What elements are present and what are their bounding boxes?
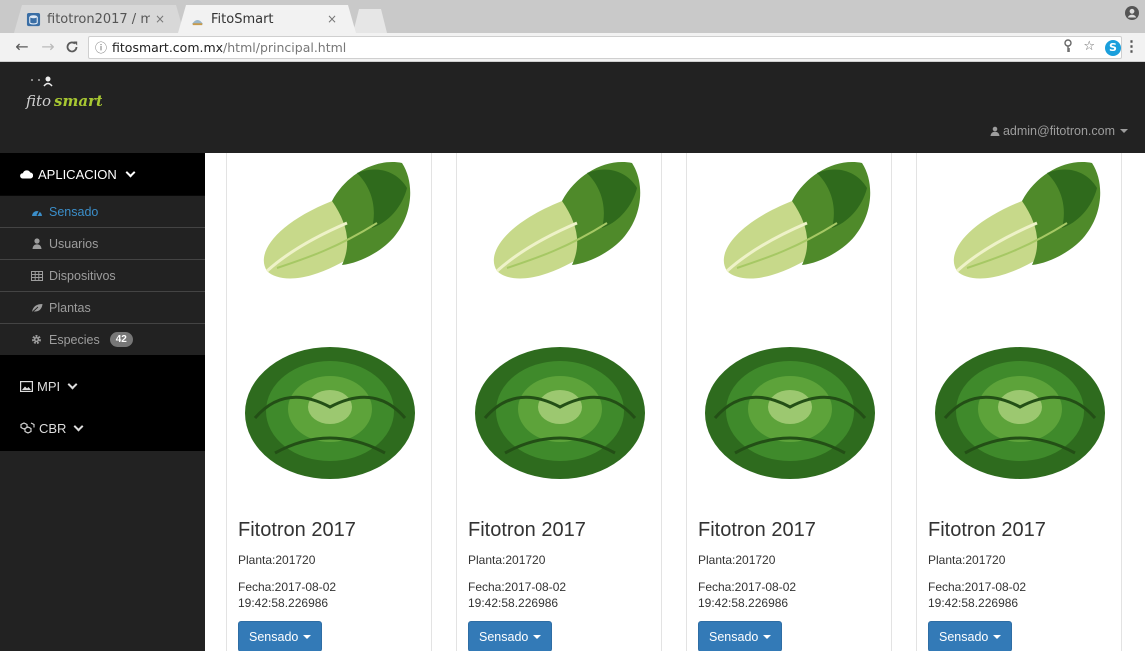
- info-icon[interactable]: ⓘ: [95, 39, 107, 56]
- tab-close-icon[interactable]: ×: [322, 12, 342, 26]
- sidebar-group-cbr[interactable]: CBR: [0, 405, 205, 451]
- tab-close-icon[interactable]: ×: [150, 12, 170, 26]
- key-icon[interactable]: [1063, 39, 1073, 57]
- user-email: admin@fitotron.com: [1002, 124, 1115, 138]
- cloud-icon: [20, 170, 33, 179]
- count-badge: 42: [109, 332, 133, 347]
- browser-tab-phpmyadmin[interactable]: fitotron2017 / mod ×: [14, 5, 184, 33]
- reload-icon[interactable]: [62, 37, 82, 57]
- leaf-icon: [30, 303, 43, 313]
- back-arrow-icon[interactable]: ←: [12, 37, 32, 57]
- picture-icon: [20, 380, 33, 392]
- sidebar-item-sensado[interactable]: Sensado: [0, 195, 205, 227]
- sidebar-item-label: Usuarios: [49, 236, 99, 251]
- button-label: Sensado: [709, 629, 759, 644]
- button-label: Sensado: [939, 629, 989, 644]
- butterhead-lettuce-image: [935, 347, 1105, 479]
- romaine-lettuce-image: [493, 162, 641, 279]
- sidebar-group-label: CBR: [39, 420, 67, 436]
- sensado-dropdown-button[interactable]: Sensado: [928, 621, 1013, 651]
- new-tab-button[interactable]: [353, 9, 387, 33]
- tab-title: FitoSmart: [211, 11, 274, 27]
- browser-menu-icon[interactable]: ⋮: [1124, 37, 1139, 55]
- database-icon: [26, 12, 41, 26]
- card-fecha: Fecha:2017-08-02 19:42:58.226986: [928, 580, 1027, 610]
- caret-down-icon: [763, 634, 772, 639]
- card-fecha: Fecha:2017-08-02 19:42:58.226986: [698, 580, 797, 610]
- sidebar-item-label: Plantas: [49, 300, 91, 315]
- butterhead-lettuce-image: [475, 347, 645, 479]
- sensado-dropdown-button[interactable]: Sensado: [238, 621, 323, 651]
- browser-toolbar: ← → ⓘ fitosmart.com.mx/html/principal.ht…: [0, 33, 1145, 62]
- button-label: Sensado: [249, 629, 299, 644]
- card-planta: Planta:201720: [698, 553, 776, 567]
- button-label: Sensado: [479, 629, 529, 644]
- sidebar-item-label: Dispositivos: [49, 268, 116, 283]
- table-icon: [30, 270, 43, 281]
- svg-text:fito: fito: [25, 92, 51, 110]
- device-card: Fitotron 2017 Planta:201720 Fecha:2017-0…: [916, 153, 1122, 651]
- caret-down-icon: [533, 634, 542, 639]
- device-card: Fitotron 2017 Planta:201720 Fecha:2017-0…: [226, 153, 432, 651]
- card-title: Fitotron 2017: [928, 519, 1046, 541]
- tachometer-icon: [30, 207, 43, 217]
- sidebar-item-especies[interactable]: Especies 42: [0, 323, 205, 355]
- sidebar-section-toggle[interactable]: APLICACION: [0, 153, 205, 195]
- url-host: fitosmart.com.mx: [112, 40, 224, 55]
- chevron-down-icon: [74, 421, 84, 432]
- card-planta: Planta:201720: [468, 553, 546, 567]
- sidebar-item-label: Especies: [49, 332, 100, 347]
- sensado-dropdown-button[interactable]: Sensado: [698, 621, 783, 651]
- browser-tabstrip: fitotron2017 / mod × FitoSmart ×: [0, 0, 1145, 33]
- card-planta: Planta:201720: [928, 553, 1006, 567]
- address-bar[interactable]: ⓘ fitosmart.com.mx/html/principal.html ☆…: [88, 36, 1122, 59]
- card-planta: Planta:201720: [238, 553, 316, 567]
- skype-extension-icon[interactable]: S: [1105, 40, 1121, 56]
- app-navbar: fito smart admin@fitotron.com: [0, 62, 1145, 153]
- card-title: Fitotron 2017: [468, 519, 586, 541]
- sensado-dropdown-button[interactable]: Sensado: [468, 621, 553, 651]
- romaine-lettuce-image: [953, 162, 1101, 279]
- chevron-down-icon: [67, 379, 78, 390]
- sidebar-item-usuarios[interactable]: Usuarios: [0, 227, 205, 259]
- butterhead-lettuce-image: [245, 347, 415, 479]
- sidebar: APLICACION Sensado Usuarios Dispositivos…: [0, 153, 205, 651]
- gear-icon: [30, 334, 43, 345]
- card-fecha: Fecha:2017-08-02 19:42:58.226986: [238, 580, 337, 610]
- sidebar-item-plantas[interactable]: Plantas: [0, 291, 205, 323]
- profile-icon[interactable]: [1123, 6, 1141, 24]
- user-dropdown[interactable]: admin@fitotron.com: [990, 124, 1128, 138]
- sidebar-section-aplicacion: APLICACION: [0, 153, 205, 195]
- sidebar-group-mpi[interactable]: MPI: [0, 367, 205, 405]
- device-card: Fitotron 2017 Planta:201720 Fecha:2017-0…: [686, 153, 892, 651]
- sidebar-spacer: [0, 355, 205, 367]
- url-path: /html/principal.html: [223, 40, 347, 55]
- user-icon: [30, 238, 43, 249]
- romaine-lettuce-image: [723, 162, 871, 279]
- caret-down-icon: [993, 634, 1002, 639]
- sidebar-section-label: APLICACION: [38, 166, 117, 182]
- sidebar-group-label: MPI: [37, 378, 61, 394]
- browser-tab-fitosmart[interactable]: FitoSmart ×: [178, 5, 356, 33]
- tab-title: fitotron2017 / mod: [47, 11, 150, 27]
- site-favicon-icon: [191, 19, 204, 25]
- card-title: Fitotron 2017: [238, 519, 356, 541]
- bookmark-star-icon[interactable]: ☆: [1083, 39, 1095, 57]
- device-card: Fitotron 2017 Planta:201720 Fecha:2017-0…: [456, 153, 662, 651]
- card-fecha: Fecha:2017-08-02 19:42:58.226986: [468, 580, 567, 610]
- butterhead-lettuce-image: [705, 347, 875, 479]
- romaine-lettuce-image: [263, 162, 411, 279]
- cubes-icon: [20, 422, 35, 434]
- sidebar-item-dispositivos[interactable]: Dispositivos: [0, 259, 205, 291]
- sidebar-item-label: Sensado: [49, 204, 99, 219]
- svg-text:smart: smart: [54, 92, 102, 110]
- chevron-down-icon: [125, 167, 136, 178]
- card-title: Fitotron 2017: [698, 519, 816, 541]
- caret-down-icon: [1120, 129, 1128, 133]
- main-content: Fitotron 2017 Planta:201720 Fecha:2017-0…: [205, 153, 1145, 651]
- forward-arrow-icon[interactable]: →: [38, 37, 58, 57]
- fitosmart-logo[interactable]: fito smart: [24, 72, 102, 112]
- user-icon: [990, 126, 1000, 136]
- caret-down-icon: [303, 634, 312, 639]
